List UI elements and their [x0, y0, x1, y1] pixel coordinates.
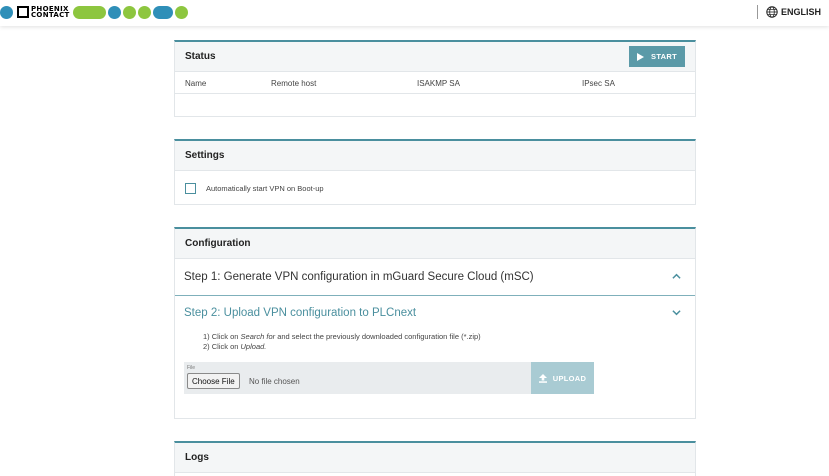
globe-icon: [766, 6, 778, 18]
step1-accordion[interactable]: Step 1: Generate VPN configuration in mG…: [175, 259, 695, 296]
step1-title[interactable]: Step 1: Generate VPN configuration in mG…: [175, 259, 695, 295]
upload-button[interactable]: UPLOAD: [531, 362, 594, 394]
configuration-title: Configuration: [185, 238, 251, 249]
status-table-header: Name Remote host ISAKMP SA IPsec SA: [175, 72, 695, 94]
logo-pill-green: [72, 5, 106, 19]
column-ipsec-sa: IPsec SA: [582, 79, 615, 88]
step2-title[interactable]: Step 2: Upload VPN configuration to PLCn…: [175, 296, 695, 330]
language-selector[interactable]: ENGLISH: [756, 5, 821, 19]
play-icon: [637, 52, 645, 61]
configuration-header: Configuration: [175, 229, 695, 259]
start-button-label: START: [651, 52, 677, 61]
column-name: Name: [185, 79, 207, 88]
configuration-card: Configuration Step 1: Generate VPN confi…: [174, 227, 696, 419]
no-file-text: No file chosen: [249, 377, 300, 386]
instruction-2: 2) Click on Upload.: [203, 342, 267, 351]
upload-button-label: UPLOAD: [552, 373, 587, 383]
logs-header: Logs: [175, 443, 695, 473]
start-button[interactable]: START: [629, 46, 685, 67]
settings-title: Settings: [185, 150, 225, 161]
autostart-checkbox[interactable]: [185, 182, 196, 194]
language-label: ENGLISH: [780, 7, 821, 17]
upload-icon: [538, 373, 547, 383]
upload-instructions: 1) Click on Search for and select the pr…: [175, 330, 695, 352]
settings-card: Settings Automatically start VPN on Boot…: [174, 139, 696, 205]
autostart-row: Automatically start VPN on Boot-up: [175, 171, 695, 205]
logo-dot-blue-2: [107, 5, 121, 19]
logo-dot-blue: [0, 5, 13, 19]
status-header: Status START: [175, 42, 695, 72]
phoenix-contact-logo: PHOENIX CONTACT: [0, 5, 190, 19]
chevron-up-icon[interactable]: [672, 272, 681, 281]
file-input-area: File Choose File No file chosen UPLOAD: [184, 362, 594, 394]
choose-file-button[interactable]: Choose File: [187, 373, 240, 389]
divider: [756, 5, 758, 19]
status-card: Status START Name Remote host ISAKMP SA …: [174, 40, 696, 117]
column-isakmp-sa: ISAKMP SA: [417, 79, 460, 88]
top-bar: PHOENIX CONTACT ENGLISH: [0, 0, 829, 26]
autostart-label: Automatically start VPN on Boot-up: [206, 183, 324, 193]
logo-dot-green-3: [174, 5, 188, 19]
status-title: Status: [185, 51, 216, 62]
logo-wordmark: PHOENIX CONTACT: [17, 6, 70, 19]
logs-card: Logs: [174, 441, 696, 476]
chevron-down-icon[interactable]: [672, 308, 681, 317]
logs-title: Logs: [185, 452, 209, 463]
instruction-1: 1) Click on Search for and select the pr…: [203, 332, 481, 341]
column-remote-host: Remote host: [271, 79, 317, 88]
logo-pill-blue: [152, 5, 173, 19]
step2-accordion[interactable]: Step 2: Upload VPN configuration to PLCn…: [175, 296, 695, 330]
logo-dot-green-2: [137, 5, 151, 19]
file-label: File: [187, 365, 196, 371]
settings-header: Settings: [175, 141, 695, 171]
logo-dot-green: [122, 5, 136, 19]
